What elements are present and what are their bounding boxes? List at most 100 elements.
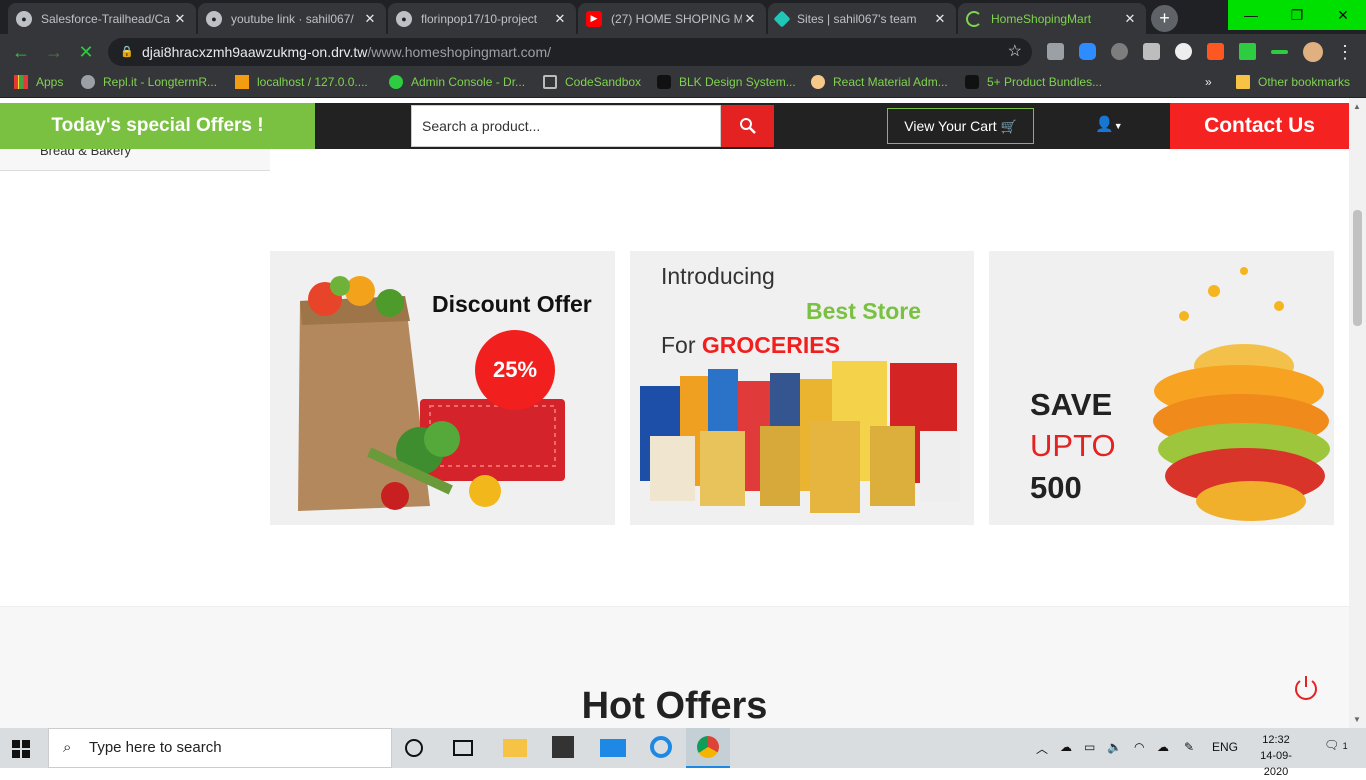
task-view-icon[interactable]: [453, 740, 473, 756]
contact-us-button[interactable]: Contact Us: [1170, 103, 1349, 149]
zoom-extension-icon[interactable]: [1079, 43, 1096, 60]
browser-tab-4[interactable]: ▶ (27) HOME SHOPING M ✕: [578, 3, 766, 34]
pen-icon[interactable]: ✎: [1184, 740, 1194, 754]
volume-icon[interactable]: 🔈: [1107, 740, 1122, 754]
site-header: Today's special Offers ! Search a produc…: [0, 103, 1349, 149]
chrome-taskbar-button[interactable]: [686, 728, 730, 768]
stop-loading-icon[interactable]: ✕: [75, 41, 97, 63]
bookmark-label: Apps: [36, 75, 64, 89]
view-cart-button[interactable]: View Your Cart 🛒: [887, 108, 1034, 144]
profile-avatar[interactable]: [1303, 42, 1323, 62]
browser-tab-3[interactable]: ● florinpop17/10-project ✕: [388, 3, 576, 34]
settings-extension-icon[interactable]: [1111, 43, 1128, 60]
language-indicator[interactable]: ENG: [1212, 740, 1238, 754]
bookmark-blk-design[interactable]: BLK Design System...: [657, 75, 796, 89]
tab-close-icon[interactable]: ✕: [362, 11, 378, 27]
save-amount: 500: [1030, 470, 1082, 505]
tab-close-icon[interactable]: ✕: [932, 11, 948, 27]
back-arrow-icon[interactable]: ←: [10, 41, 32, 63]
codesandbox-icon: [543, 75, 557, 89]
tab-close-icon[interactable]: ✕: [552, 11, 568, 27]
cortana-icon[interactable]: [405, 739, 423, 757]
bookmark-localhost[interactable]: localhost / 127.0.0....: [235, 75, 368, 89]
scroll-up-arrow-icon[interactable]: ▲: [1353, 102, 1361, 111]
bookmark-admin-console[interactable]: Admin Console - Dr...: [389, 75, 525, 89]
windows-start-icon[interactable]: [12, 740, 30, 758]
notification-count: 1: [1342, 741, 1348, 751]
taskbar-search-input[interactable]: ⌕ Type here to search: [48, 728, 392, 768]
close-window-button[interactable]: ✕: [1320, 0, 1366, 30]
special-offers-banner[interactable]: Today's special Offers !: [0, 103, 315, 149]
onedrive-icon[interactable]: ☁: [1157, 740, 1169, 754]
restore-button[interactable]: ❐: [1274, 0, 1320, 30]
tab-close-icon[interactable]: ✕: [1122, 11, 1138, 27]
browser-toolbar: ← → ✕ 🔒 djai8hracxzmh9aawzukmg-on.drv.tw…: [0, 34, 1366, 70]
extension-icon[interactable]: [1047, 43, 1064, 60]
search-icon: ⌕: [63, 739, 72, 756]
microsoft-store-icon[interactable]: [552, 736, 574, 758]
show-hidden-icons-chevron[interactable]: ︿: [1036, 740, 1048, 757]
new-tab-button[interactable]: +: [1151, 5, 1178, 32]
user-menu-button[interactable]: 👤▼: [1095, 115, 1123, 133]
taskbar-clock[interactable]: 12:32 14-09-2020: [1248, 732, 1304, 780]
browser-tab-2[interactable]: ● youtube link · sahil067/ ✕: [198, 3, 386, 34]
browser-menu-icon[interactable]: ⋮: [1334, 41, 1356, 63]
scrollbar-thumb[interactable]: [1353, 210, 1362, 326]
other-bookmarks-folder[interactable]: Other bookmarks: [1236, 75, 1350, 89]
bookmark-product-bundles[interactable]: 5+ Product Bundles...: [965, 75, 1102, 89]
browser-tab-1[interactable]: ● Salesforce-Trailhead/Ca ✕: [8, 3, 196, 34]
browser-tab-5[interactable]: Sites | sahil067's team ✕: [768, 3, 956, 34]
action-center-icon[interactable]: 🗨 1: [1324, 738, 1348, 752]
product-search-input[interactable]: Search a product...: [411, 105, 721, 147]
hot-offers-heading: Hot Offers: [581, 685, 768, 727]
edge-icon[interactable]: [650, 736, 672, 758]
mail-icon[interactable]: [600, 739, 626, 757]
address-bar[interactable]: 🔒 djai8hracxzmh9aawzukmg-on.drv.tw/www.h…: [108, 38, 1032, 66]
bookmark-star-icon[interactable]: ☆: [1008, 38, 1022, 66]
forward-arrow-icon[interactable]: →: [43, 41, 65, 63]
file-explorer-icon[interactable]: [503, 739, 527, 757]
bookmarks-overflow-button[interactable]: »: [1205, 75, 1212, 89]
browser-tab-active[interactable]: HomeShopingMart ✕: [958, 3, 1146, 34]
cloud-icon[interactable]: ☁: [1060, 740, 1072, 754]
tab-close-icon[interactable]: ✕: [172, 11, 188, 27]
tab-close-icon[interactable]: ✕: [742, 11, 758, 27]
best-store-banner[interactable]: Introducing Best Store For GROCERIES: [630, 251, 974, 525]
discount-offer-banner[interactable]: Discount Offer 25%: [270, 251, 615, 525]
translate-extension-icon[interactable]: [1207, 43, 1224, 60]
scroll-to-top-icon[interactable]: [1292, 674, 1320, 702]
bookmark-react-material[interactable]: React Material Adm...: [811, 75, 948, 89]
bookmark-label: React Material Adm...: [833, 75, 948, 89]
wifi-icon[interactable]: ◠: [1134, 740, 1144, 754]
battery-icon[interactable]: ▭: [1084, 740, 1095, 754]
bookmark-label: Other bookmarks: [1258, 75, 1351, 89]
scroll-down-arrow-icon[interactable]: ▼: [1353, 715, 1361, 724]
circle-extension-icon[interactable]: [1175, 43, 1192, 60]
apps-grid-icon: [14, 75, 28, 89]
url-host: djai8hracxzmh9aawzukmg-on.drv.tw: [142, 44, 368, 60]
minimize-button[interactable]: —: [1228, 0, 1274, 30]
save-label: SAVE: [1030, 387, 1113, 422]
bookmark-label: 5+ Product Bundles...: [987, 75, 1103, 89]
save-upto-banner[interactable]: SAVE UPTO 500: [989, 251, 1334, 525]
blk-icon: [657, 75, 671, 89]
discount-percent-badge: 25%: [475, 330, 555, 410]
puzzle-extension-icon[interactable]: [1239, 43, 1256, 60]
search-button[interactable]: [721, 105, 774, 147]
bookmark-apps[interactable]: Apps: [14, 75, 63, 89]
bookmark-codesandbox[interactable]: CodeSandbox: [543, 75, 641, 89]
tab-label: HomeShopingMart: [991, 11, 1092, 26]
category-item-bread-bakery[interactable]: Bread & Bakery: [0, 149, 270, 171]
chrome-icon: [697, 736, 719, 758]
replit-icon: [81, 75, 95, 89]
page-scrollbar[interactable]: ▲ ▼: [1349, 98, 1366, 728]
camera-extension-icon[interactable]: [1143, 43, 1160, 60]
bookmark-label: Admin Console - Dr...: [411, 75, 526, 89]
bookmark-replit[interactable]: Repl.it - LongtermR...: [81, 75, 217, 89]
playlist-icon[interactable]: [1271, 50, 1288, 54]
phpmyadmin-icon: [235, 75, 249, 89]
lock-icon: 🔒: [120, 46, 134, 58]
tab-label: florinpop17/10-project: [421, 11, 538, 26]
globe-icon: [389, 75, 403, 89]
upto-label: UPTO: [1030, 428, 1116, 463]
